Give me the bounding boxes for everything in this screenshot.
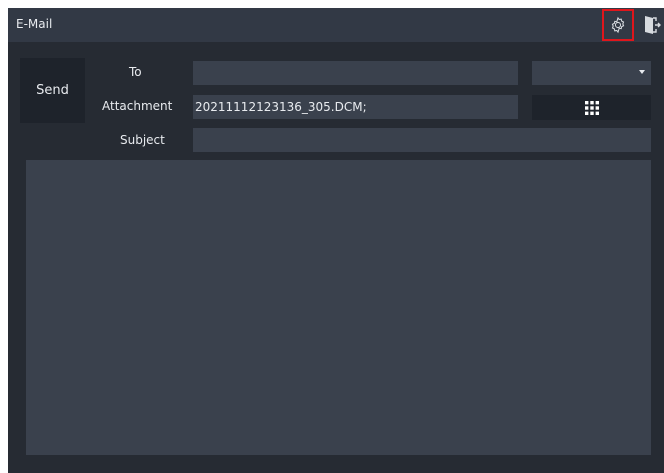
- to-label: To: [129, 65, 142, 79]
- keypad-button[interactable]: [532, 95, 651, 120]
- message-body-textarea[interactable]: [26, 160, 651, 455]
- attachment-label: Attachment: [102, 99, 173, 113]
- subject-label: Subject: [120, 133, 165, 147]
- title-bar: E-Mail: [8, 8, 664, 42]
- email-window: E-Mail Send To Attachment 20211112123136…: [8, 8, 664, 473]
- keypad-grid-icon: [584, 100, 599, 115]
- exit-button[interactable]: [642, 14, 662, 36]
- screenshot-frame: E-Mail Send To Attachment 20211112123136…: [0, 0, 664, 473]
- to-field[interactable]: [193, 61, 518, 85]
- attachment-field[interactable]: 20211112123136_305.DCM;: [193, 95, 518, 119]
- settings-button[interactable]: [602, 9, 634, 41]
- caret-down-icon: [639, 70, 645, 74]
- window-title: E-Mail: [16, 17, 53, 31]
- recipient-dropdown[interactable]: [532, 61, 651, 85]
- exit-door-icon: [645, 16, 661, 34]
- send-button[interactable]: Send: [20, 58, 85, 123]
- gear-icon: [611, 16, 625, 34]
- subject-field[interactable]: [193, 128, 651, 152]
